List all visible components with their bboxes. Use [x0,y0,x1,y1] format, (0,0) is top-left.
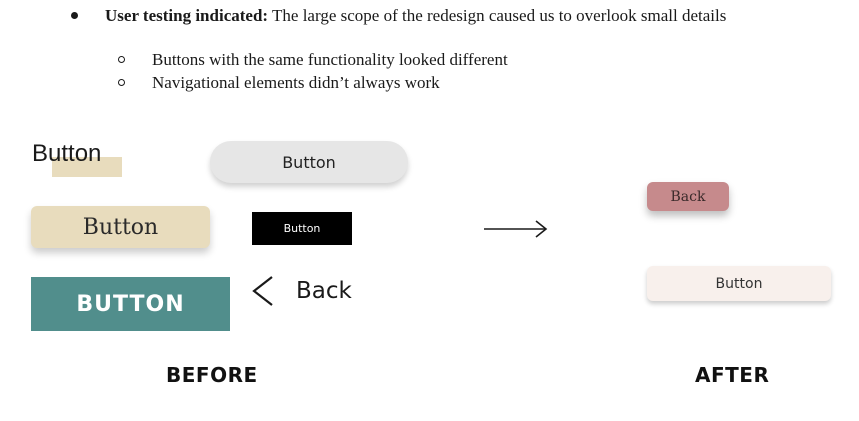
bullet-dot [71,12,78,19]
before-back-link[interactable]: Back [250,274,352,308]
back-link-label: Back [296,278,352,304]
notes-section: User testing indicated: The large scope … [0,0,859,100]
bullet-text: The large scope of the redesign caused u… [272,6,727,25]
before-text-button[interactable]: Button [32,140,101,168]
before-teal-button[interactable]: BUTTON [31,277,230,331]
sub-bullet-dot [118,79,125,86]
right-arrow-icon [484,220,548,238]
chevron-left-icon [252,276,273,306]
before-pill-button[interactable]: Button [210,141,408,183]
bullet-point: User testing indicated: The large scope … [105,5,795,27]
after-label: AFTER [695,363,770,387]
after-button[interactable]: Button [647,266,831,301]
sub-item-2: Navigational elements didn’t always work [152,73,440,92]
before-beige-button[interactable]: Button [31,206,210,248]
before-black-button[interactable]: Button [252,212,352,245]
bullet-heading: User testing indicated: [105,6,269,25]
before-label: BEFORE [166,363,258,387]
after-back-button[interactable]: Back [647,182,729,211]
sub-item-1: Buttons with the same functionality look… [152,50,508,69]
sub-bullet-dot [118,56,125,63]
